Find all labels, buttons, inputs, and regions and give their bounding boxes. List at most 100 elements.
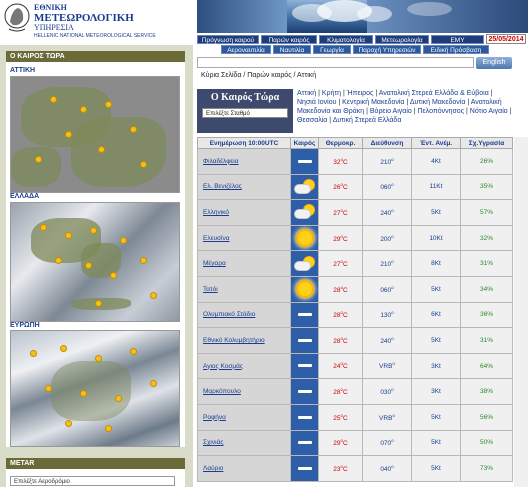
region-link[interactable]: Νότιο Αιγαίο — [470, 108, 508, 115]
direction-cell: 060o — [362, 173, 412, 201]
english-button[interactable]: English — [476, 57, 512, 69]
temperature-cell: 28oC — [318, 327, 363, 354]
region-link[interactable]: Πελοπόννησος — [418, 108, 465, 115]
region-link[interactable]: Κεντρική Μακεδονία — [342, 99, 404, 106]
station-name-link[interactable]: Τατόι — [197, 275, 291, 303]
nav-emy[interactable]: ΕΜΥ — [431, 35, 484, 44]
region-title-greece: ΕΛΛΑΔΑ — [10, 193, 40, 200]
direction-value: 210 — [380, 261, 392, 269]
wind-speed-cell: 5Kt — [411, 327, 461, 354]
weather-cell — [290, 301, 319, 329]
date-badge: 25/05/2014 — [486, 34, 526, 44]
direction-cell: 040o — [362, 455, 412, 482]
humidity-cell: 34% — [460, 275, 513, 303]
nav-navigation[interactable]: Ναυτιλία — [273, 45, 311, 54]
nav-forecast[interactable]: Πρόγνωση καιρού — [197, 35, 259, 44]
temperature-value: 25 — [333, 414, 341, 422]
station-name-link[interactable]: Σχινιάς — [197, 429, 291, 457]
nav-special-access[interactable]: Ειδική Πρόσβαση — [423, 45, 489, 54]
map-attica[interactable] — [10, 76, 180, 193]
celsius-unit: C — [343, 210, 348, 218]
celsius-unit: C — [343, 363, 348, 371]
no-data-dash-icon — [297, 441, 312, 445]
nav-climatology[interactable]: Κλιματολογία — [319, 35, 373, 44]
region-link[interactable]: Βόρειο Αιγαίο — [370, 108, 412, 115]
no-data-dash-icon — [297, 338, 312, 342]
station-name-link[interactable]: Εθνικό Κολυμβητήριο — [197, 327, 291, 354]
region-link[interactable]: Ήπειρος — [347, 90, 374, 97]
no-data-dash-icon — [297, 466, 312, 470]
wind-speed-cell: 8Kt — [411, 250, 461, 277]
temperature-cell: 26oC — [318, 173, 363, 201]
degree-sign: o — [391, 156, 394, 162]
station-name-link[interactable]: Λαύριο — [197, 455, 291, 482]
region-link[interactable]: Αττική — [297, 90, 316, 97]
breadcrumb[interactable]: Κύρια Σελίδα / Παρών καιρός / Αττική — [201, 72, 316, 79]
station-select[interactable]: Επιλέξτε Σταθμό — [202, 108, 288, 118]
temperature-cell: 23oC — [318, 455, 363, 482]
logo-line-1: ΕΘΝΙΚΗ — [34, 3, 67, 12]
nav-meteorology[interactable]: Μετεωρολογία — [375, 35, 429, 44]
region-link[interactable]: Θεσσαλία — [297, 117, 327, 124]
header-temperature: Θερμοκρ. — [318, 137, 363, 149]
site-logo[interactable]: ΕΘΝΙΚΗ ΜΕΤΕΩΡΟΛΟΓΙΚΗ ΥΠΗΡΕΣΙΑ HELLENIC N… — [0, 0, 193, 39]
celsius-unit: C — [343, 338, 348, 346]
temperature-cell: 29oC — [318, 429, 363, 457]
region-link[interactable]: Ανατολική Στερεά Ελλάδα & Εύβοια — [379, 90, 489, 97]
direction-value: 200 — [380, 235, 392, 243]
region-link[interactable]: Δυτική Μακεδονία — [410, 99, 466, 106]
direction-value: 060 — [380, 286, 392, 294]
station-name-link[interactable]: Φιλαδέλφεια — [197, 148, 291, 175]
wind-speed-cell: 6Kt — [411, 301, 461, 329]
station-name-link[interactable]: Ελ. Βενιζέλος — [197, 173, 291, 201]
metar-section-title: METAR — [6, 458, 185, 469]
station-name-link[interactable]: Αγιος Κοσμάς — [197, 352, 291, 380]
table-row: Μέγαρα 27oC 210o 8Kt 31% — [197, 250, 513, 277]
table-row: Τατόι 28oC 060o 5Kt 34% — [197, 275, 513, 303]
nav-services[interactable]: Παροχή Υπηρεσιών — [353, 45, 421, 54]
degree-sign: o — [391, 463, 394, 469]
nav-current-weather[interactable]: Παρών καιρός — [261, 35, 317, 44]
humidity-cell: 73% — [460, 455, 513, 482]
region-link[interactable]: Δυτική Στερεά Ελλάδα — [333, 117, 402, 124]
degree-sign: o — [391, 284, 394, 290]
table-row: Ελευσίνα 29oC 200o 10Kt 32% — [197, 224, 513, 252]
celsius-unit: C — [343, 312, 348, 320]
region-link[interactable]: Νησιά Ιονίου — [297, 99, 336, 106]
station-name-link[interactable]: Ελευσίνα — [197, 224, 291, 252]
celsius-unit: C — [343, 235, 348, 243]
metar-airport-select[interactable]: Επιλέξτε Αεροδρόμιο — [10, 476, 175, 486]
station-name-link[interactable]: Ελληνικό — [197, 199, 291, 226]
map-europe[interactable] — [10, 330, 180, 447]
nav-aviation[interactable]: Αεροναυτιλία — [221, 45, 271, 54]
weather-cell — [290, 378, 319, 405]
station-name-link[interactable]: Ολυμπιακό Στάδιο — [197, 301, 291, 329]
humidity-cell: 64% — [460, 352, 513, 380]
region-link[interactable]: Κρήτη — [322, 90, 341, 97]
weather-cell — [290, 327, 319, 354]
direction-value: 030 — [380, 389, 392, 397]
temperature-value: 27 — [333, 210, 341, 218]
direction-value: 130 — [380, 312, 392, 320]
weather-cell — [290, 199, 319, 226]
header-humidity: Σχ.Υγρασία — [460, 137, 513, 149]
humidity-cell: 32% — [460, 224, 513, 252]
weather-now-title: Ο Καιρός Τώρα — [210, 92, 280, 103]
nav-agriculture[interactable]: Γεωργία — [313, 45, 351, 54]
sun-icon — [297, 282, 312, 297]
temperature-cell: 28oC — [318, 301, 363, 329]
station-name-link[interactable]: Ραφήνα — [197, 403, 291, 431]
weather-cell — [290, 224, 319, 252]
station-name-link[interactable]: Μαρκόπουλο — [197, 378, 291, 405]
header-station: Ενημέρωση 10:00UTC — [197, 137, 291, 149]
humidity-cell: 35% — [460, 173, 513, 201]
temperature-cell: 28oC — [318, 378, 363, 405]
search-input[interactable] — [197, 57, 474, 68]
map-greece[interactable] — [10, 202, 180, 322]
direction-value: VRB — [379, 363, 393, 371]
page-scrollbar[interactable] — [514, 137, 528, 487]
temperature-cell: 27oC — [318, 199, 363, 226]
temperature-value: 28 — [333, 389, 341, 397]
temperature-value: 26 — [333, 184, 341, 192]
station-name-link[interactable]: Μέγαρα — [197, 250, 291, 277]
